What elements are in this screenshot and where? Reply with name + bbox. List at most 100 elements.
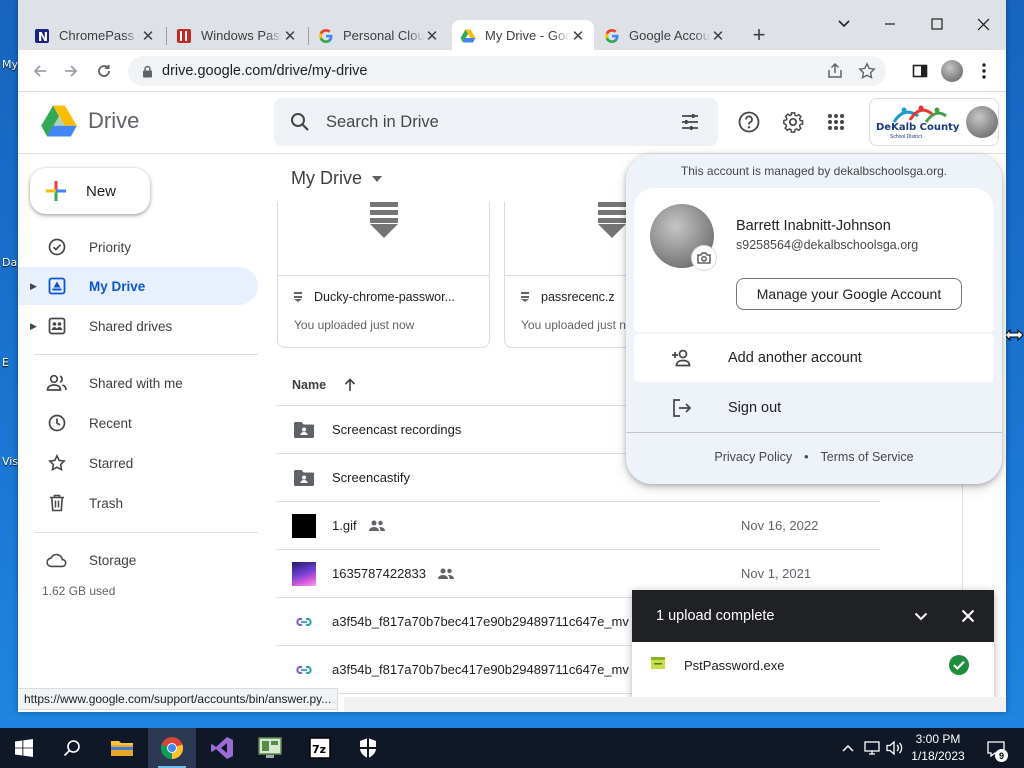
sort-arrow-up-icon[interactable] [344,377,356,392]
desktop-label[interactable]: Da [2,256,17,269]
share-icon[interactable] [826,62,844,80]
tab-personal-cloud[interactable]: Personal Cloud ✕ [310,20,448,51]
add-person-icon [670,346,694,370]
profile-avatar-button[interactable] [940,59,964,83]
terms-of-service-link[interactable]: Terms of Service [821,450,914,464]
forward-button[interactable] [59,59,83,83]
upload-panel-header: 1 upload complete [632,590,994,642]
expand-icon[interactable]: ▶ [30,281,37,292]
close-icon[interactable]: ✕ [710,28,726,45]
close-icon[interactable]: ✕ [282,28,298,45]
close-icon[interactable]: ✕ [424,28,440,45]
account-switcher[interactable]: DeKalb County School District [869,98,999,146]
tab-title: ChromePass - Chr [59,28,140,43]
upload-item[interactable]: PstPassword.exe [632,642,994,688]
suggested-file-card[interactable]: Ducky-chrome-passwor... You uploaded jus… [277,202,490,348]
sign-out-button[interactable]: Sign out [634,384,994,432]
add-account-button[interactable]: Add another account [634,334,994,382]
desktop-label[interactable]: E [2,356,9,369]
clock-time: 3:00 PM [915,732,961,746]
sort-by-name-button[interactable]: Name [292,378,326,392]
horizontal-scrollbar[interactable] [344,697,1006,712]
tab-windows-password[interactable]: Windows Passwor ✕ [168,20,306,51]
tab-chromepass[interactable]: N ChromePass - Chr ✕ [26,20,164,51]
search-icon[interactable] [290,112,310,132]
network-icon[interactable] [862,738,882,758]
search-input[interactable]: Search in Drive [274,98,718,146]
avatar[interactable] [966,106,998,138]
camera-icon[interactable] [692,246,716,270]
volume-icon[interactable] [884,738,904,758]
visual-studio-icon[interactable] [198,728,246,768]
chrome-menu-button[interactable] [972,59,996,83]
help-icon[interactable] [736,109,762,135]
sidebar-item-label: Recent [89,415,132,431]
remote-desktop-icon[interactable] [246,728,294,768]
google-icon [318,28,334,44]
chevron-down-icon[interactable] [909,604,933,628]
table-row[interactable]: 1.gif Nov 16, 2022 [276,502,880,550]
search-icon[interactable] [48,728,96,768]
side-panel-button[interactable] [908,59,932,83]
sidebar-item-label: Trash [89,495,124,511]
privacy-policy-link[interactable]: Privacy Policy [714,450,792,464]
new-tab-button[interactable]: + [748,24,770,46]
close-window-button[interactable] [971,12,995,36]
windows-taskbar: 7z 3:00 PM 1/18/2023 9 [0,728,1024,768]
minimize-button[interactable] [878,12,902,36]
close-icon[interactable] [956,604,980,628]
file-explorer-icon[interactable] [98,728,146,768]
sidebar-item-priority[interactable]: Priority [18,228,258,266]
notification-count: 9 [995,749,1008,762]
manage-account-button[interactable]: Manage your Google Account [736,278,962,310]
file-name-label: 1635787422833 [332,566,426,581]
caret-down-icon [372,175,382,182]
address-bar[interactable]: drive.google.com/drive/my-drive [128,56,886,86]
file-thumbnail [278,202,489,276]
desktop-label[interactable]: Vis [2,455,18,468]
start-button[interactable] [0,728,48,768]
sign-out-label: Sign out [728,400,782,416]
security-shield-icon[interactable] [344,728,392,768]
search-options-icon[interactable] [680,112,700,132]
sidebar-item-trash[interactable]: Trash [18,484,258,522]
7zip-icon[interactable]: 7z [296,728,344,768]
notification-center-button[interactable]: 9 [982,736,1010,762]
footer-dot: • [804,450,809,464]
suggested-file-card[interactable]: passrecenc.z You uploaded just n [504,202,644,348]
apps-grid-icon[interactable] [823,109,849,135]
close-icon[interactable]: ✕ [570,28,586,45]
page-title[interactable]: My Drive [291,168,382,189]
tab-search-button[interactable] [832,12,856,36]
popup-footer: Privacy Policy • Terms of Service [626,450,1002,464]
desktop-label[interactable]: My [2,58,18,71]
sidebar-item-label: Priority [89,239,132,255]
drive-logo[interactable]: Drive [40,104,139,138]
chevron-up-icon[interactable] [838,738,858,758]
back-button[interactable] [28,59,52,83]
tab-google-account[interactable]: Google Account ✕ [596,20,734,51]
sidebar-item-starred[interactable]: Starred [18,444,258,482]
org-logo: DeKalb County School District [874,102,960,142]
close-icon[interactable]: ✕ [140,28,156,45]
reload-button[interactable] [92,59,116,83]
shared-folder-icon [292,418,316,442]
file-name: Screencast recordings [332,422,462,437]
sidebar-item-shared-with-me[interactable]: Shared with me [18,364,258,402]
image-thumbnail [292,561,316,586]
system-clock[interactable]: 3:00 PM 1/18/2023 [906,731,970,765]
maximize-button[interactable] [925,12,949,36]
expand-icon[interactable]: ▶ [30,321,37,332]
sidebar-item-recent[interactable]: Recent [18,404,258,442]
page-title-label: My Drive [291,168,362,188]
gear-icon[interactable] [780,109,806,135]
sidebar-divider [34,532,258,533]
bookmark-star-icon[interactable] [858,62,876,80]
link-file-icon [292,658,316,682]
sidebar-item-storage[interactable]: Storage [18,541,258,579]
chrome-taskbar-icon[interactable] [148,728,196,768]
sidebar-item-my-drive[interactable]: ▶ My Drive [18,267,258,305]
sidebar-item-shared-drives[interactable]: ▶ Shared drives [18,307,258,345]
new-button[interactable]: New [30,168,150,214]
tab-my-drive[interactable]: My Drive - Goog ✕ [452,20,594,51]
